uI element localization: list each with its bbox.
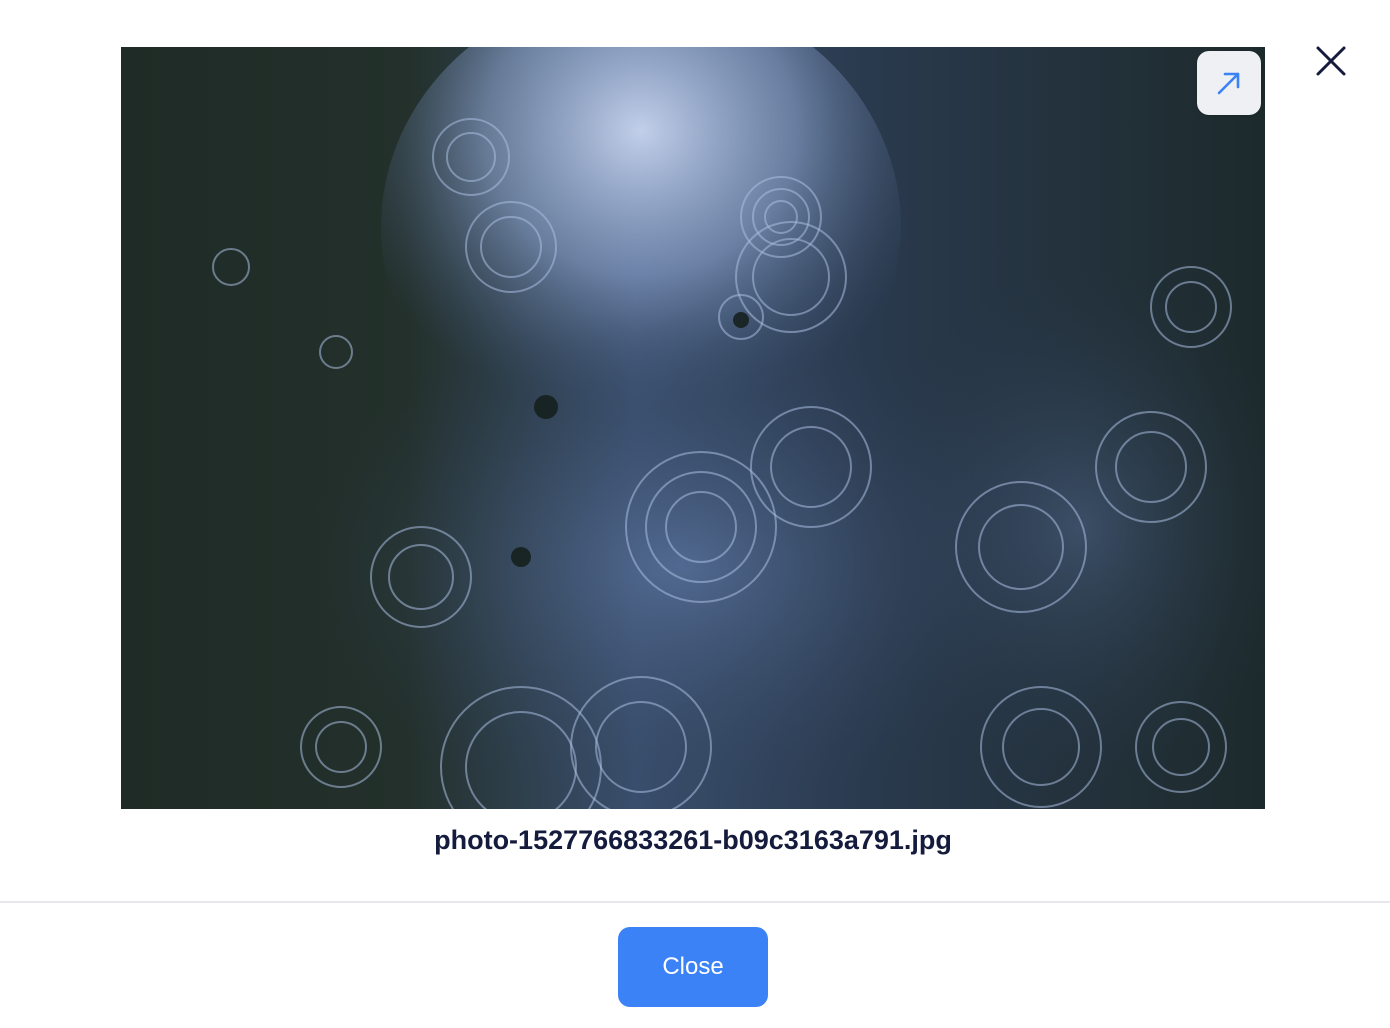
preview-image xyxy=(121,47,1265,809)
open-external-arrow-icon xyxy=(1217,72,1240,95)
image-filename: photo-1527766833261-b09c3163a791.jpg xyxy=(434,825,952,855)
rain-puddle-photo xyxy=(121,47,1265,809)
image-preview-modal: photo-1527766833261-b09c3163a791.jpg Clo… xyxy=(0,0,1390,1028)
open-in-new-tab-button[interactable] xyxy=(1197,51,1261,115)
footer-divider xyxy=(0,901,1390,903)
close-button[interactable]: Close xyxy=(618,927,768,1007)
close-icon[interactable] xyxy=(1310,40,1352,82)
